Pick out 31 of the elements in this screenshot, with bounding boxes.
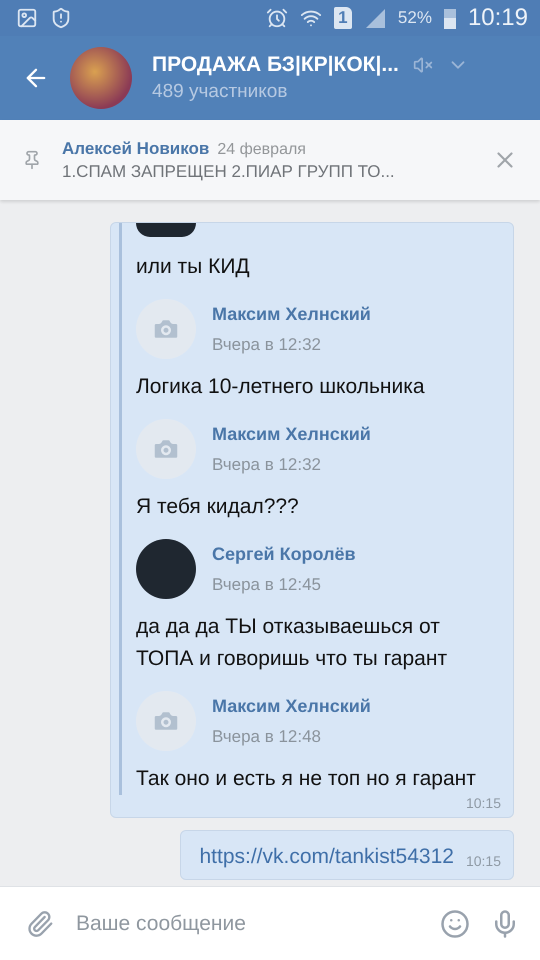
author-name: Сергей Королёв (212, 544, 356, 564)
message-date: Вчера в 12:32 (212, 334, 322, 354)
battery-icon (444, 7, 456, 29)
message-text: Логика 10-летнего школьника (136, 374, 426, 400)
emoji-icon[interactable] (440, 908, 470, 938)
signal-icon (364, 7, 386, 29)
message-date: Вчера в 12:45 (212, 574, 322, 594)
message-text: да да да ТЫ отказываешься от ТОПА и говоришь что ты гарант (136, 614, 448, 672)
message-time: 10:15 (466, 795, 501, 811)
attach-icon[interactable] (26, 910, 54, 938)
pinned-author: Алексей Новиков (62, 138, 210, 158)
clock: 10:19 (468, 4, 528, 32)
pinned-text: 1.СПАМ ЗАПРЕЩЕН 2.ПИАР ГРУПП ТО... (62, 162, 396, 182)
message-time: 10:15 (466, 853, 501, 869)
message-text: Так оно и есть я не топ но я гарант (136, 766, 476, 792)
battery-text: 52% (398, 8, 432, 28)
message-text: Я тебя кидал??? (136, 494, 300, 520)
chat-title: ПРОДАЖА БЗ|КР|КОК|... (152, 53, 399, 77)
message-link[interactable]: https://vk.com/tankist54312 (199, 845, 454, 869)
message-date: Вчера в 12:48 (212, 726, 322, 746)
pinned-date: 24 февраля (217, 140, 306, 158)
author-name: Максим Хелнский (212, 424, 371, 444)
image-icon (16, 7, 38, 29)
alarm-icon (266, 7, 288, 29)
author-name: Максим Хелнский (212, 696, 371, 716)
author-name: Максим Хелнский (212, 304, 371, 324)
message-date: Вчера в 12:32 (212, 454, 322, 474)
alert-icon (50, 7, 72, 29)
member-count: 489 участников (152, 81, 288, 103)
message-text: или ты КИД (136, 254, 251, 280)
sim-icon: 1 (334, 7, 352, 29)
